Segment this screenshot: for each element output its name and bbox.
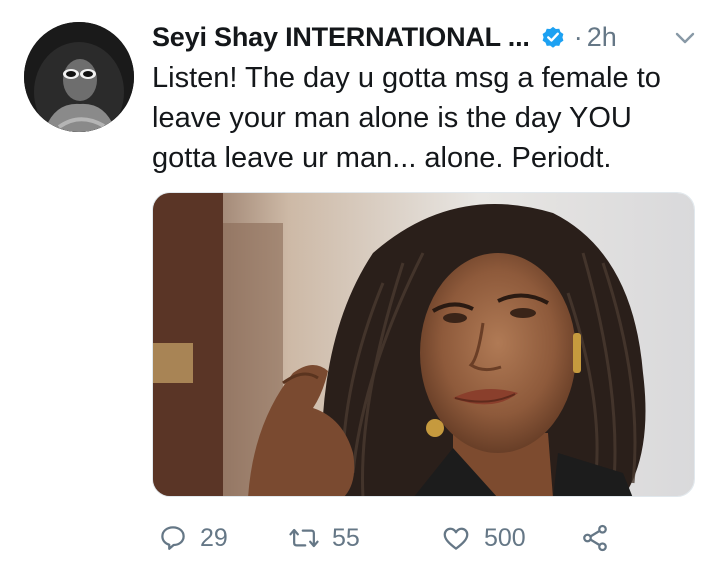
reply-icon [158,523,188,553]
separator-dot: · [573,21,583,52]
retweet-icon [288,523,320,553]
like-button[interactable]: 500 [440,518,526,558]
like-count: 500 [484,523,526,552]
display-name[interactable]: Seyi Shay INTERNATIONAL ... [152,22,530,53]
verified-badge-icon [540,24,566,50]
tweet-actions: 29 55 500 [152,518,692,558]
timestamp[interactable]: 2h [587,22,617,53]
share-icon [580,523,610,553]
tweet-media-image[interactable] [152,192,695,497]
retweet-button[interactable]: 55 [288,518,360,558]
reply-count: 29 [200,523,228,552]
reply-button[interactable]: 29 [158,518,228,558]
tweet[interactable]: Seyi Shay INTERNATIONAL ... · 2h Listen!… [0,0,720,568]
tweet-text: Listen! The day u gotta msg a female to … [152,62,661,174]
retweet-count: 55 [332,523,360,552]
tweet-header: Seyi Shay INTERNATIONAL ... · 2h [152,16,700,58]
avatar[interactable] [24,22,134,132]
share-button[interactable] [580,518,610,558]
chevron-down-icon[interactable] [674,30,696,46]
heart-icon [440,523,472,553]
